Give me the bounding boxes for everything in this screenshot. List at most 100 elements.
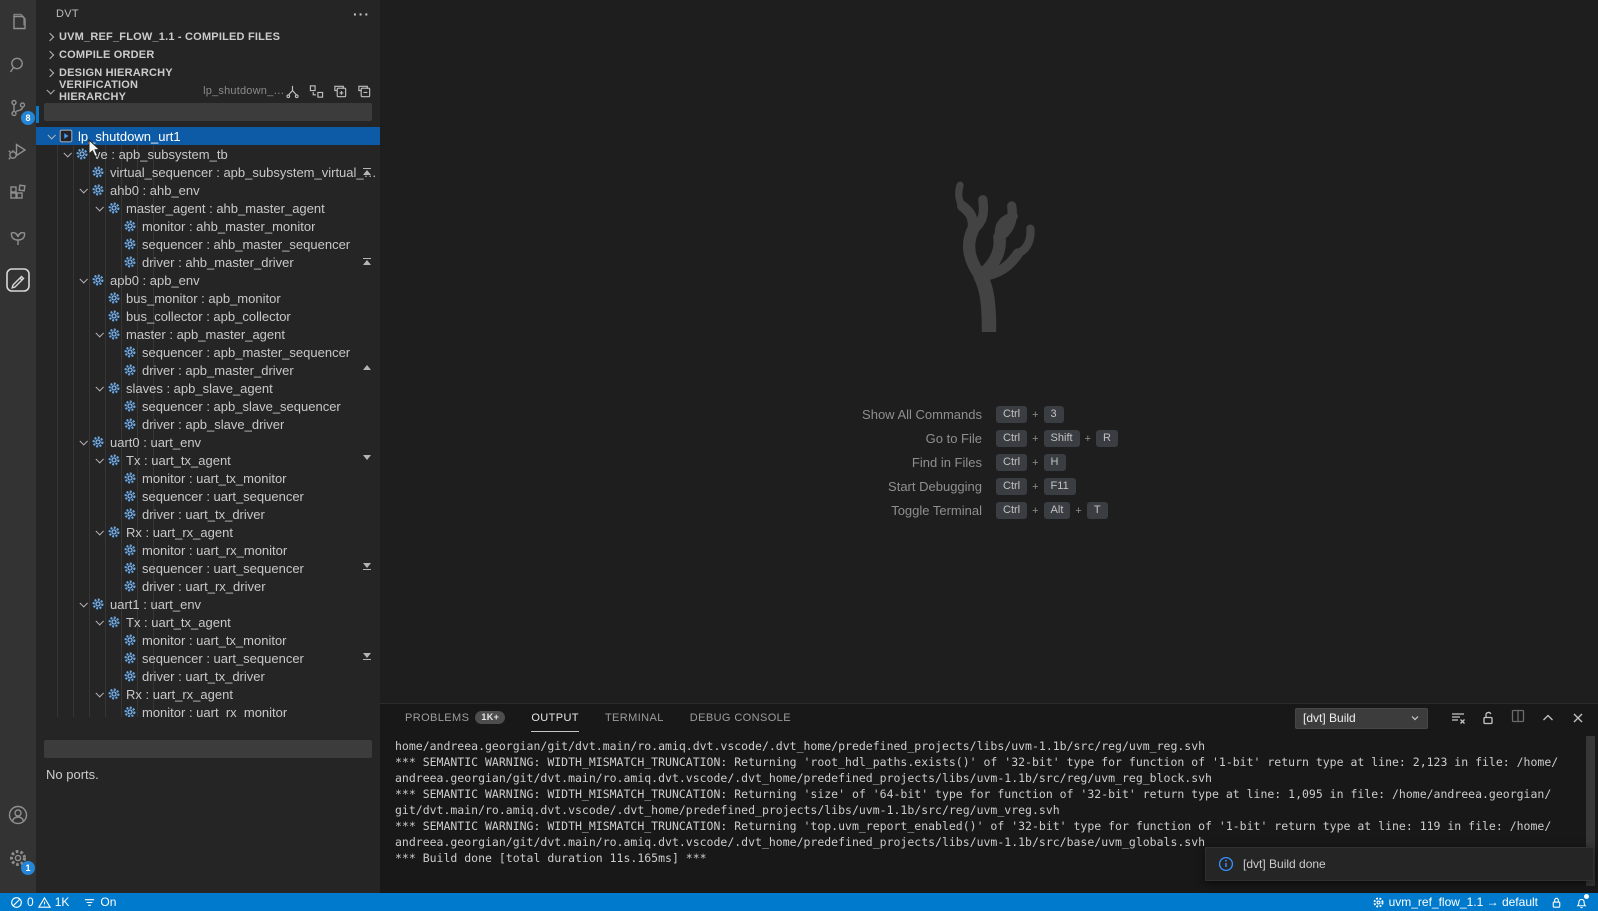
tree-item[interactable]: sequencer : ahb_master_sequencer	[36, 235, 380, 253]
tree-item[interactable]: apb0 : apb_env	[36, 271, 380, 289]
tree-item[interactable]: Tx : uart_tx_agent	[36, 613, 380, 631]
tree-item[interactable]: Tx : uart_tx_agent	[36, 451, 380, 469]
tree-item[interactable]: monitor : uart_rx_monitor	[36, 541, 380, 559]
explorer-icon[interactable]	[4, 8, 32, 36]
chevron-down-icon[interactable]	[44, 129, 58, 143]
new-view-icon[interactable]	[333, 84, 348, 99]
settings-gear-icon[interactable]: 1	[4, 844, 32, 872]
lock-icon	[1550, 896, 1563, 909]
chevron-down-icon[interactable]	[92, 687, 106, 701]
chevron-down-icon[interactable]	[76, 435, 90, 449]
tree-item[interactable]: sequencer : apb_slave_sequencer	[36, 397, 380, 415]
scroll-marker-pin-bottom-icon[interactable]	[362, 653, 372, 661]
dvt-on-status[interactable]: On	[83, 893, 116, 911]
tab-debug-console[interactable]: DEBUG CONSOLE	[690, 704, 791, 732]
section-verification-hierarchy[interactable]: VERIFICATION HIERARCHY lp_shutdown_urt1	[36, 82, 380, 100]
tree-item-label: ve : apb_subsystem_tb	[94, 147, 228, 162]
more-actions-icon[interactable]: ···	[353, 6, 370, 22]
chevron-down-icon[interactable]	[92, 525, 106, 539]
clear-output-icon[interactable]	[1450, 710, 1466, 726]
tree-item[interactable]: driver : uart_tx_driver	[36, 667, 380, 685]
tree-item[interactable]: master : apb_master_agent	[36, 325, 380, 343]
tab-problems[interactable]: PROBLEMS 1K+	[405, 704, 505, 732]
uvm-component-icon	[122, 489, 138, 503]
chevron-down-icon[interactable]	[92, 381, 106, 395]
tree-item-label: master : apb_master_agent	[126, 327, 285, 342]
chevron-down-icon[interactable]	[76, 273, 90, 287]
ports-filter-input[interactable]	[44, 740, 372, 758]
tree-item[interactable]: driver : apb_slave_driver	[36, 415, 380, 433]
chevron-down-icon[interactable]	[76, 597, 90, 611]
tree-item[interactable]: Rx : uart_rx_agent	[36, 523, 380, 541]
tree-item[interactable]: uart0 : uart_env	[36, 433, 380, 451]
notifications-status[interactable]	[1575, 896, 1588, 909]
tree-item[interactable]: ahb0 : ahb_env	[36, 181, 380, 199]
extensions-icon[interactable]	[4, 180, 32, 208]
tree-item[interactable]: monitor : uart_rx_monitor	[36, 703, 380, 717]
scroll-marker-up-icon[interactable]	[362, 365, 372, 370]
tree-item[interactable]: uart1 : uart_env	[36, 595, 380, 613]
scroll-marker-pin-top-icon[interactable]	[362, 257, 372, 265]
maximize-panel-icon[interactable]	[1540, 710, 1556, 726]
chevron-down-icon[interactable]	[60, 147, 74, 161]
tree-item[interactable]: virtual_sequencer : apb_subsystem_virtua…	[36, 163, 380, 181]
problems-status[interactable]: 0 1K	[10, 893, 69, 911]
tree-item[interactable]: driver : ahb_master_driver	[36, 253, 380, 271]
tree-item[interactable]: driver : apb_master_driver	[36, 361, 380, 379]
main-area: Show All CommandsCtrl+3Go to FileCtrl+Sh…	[380, 0, 1598, 893]
chevron-down-icon[interactable]	[92, 327, 106, 341]
chevron-down-icon[interactable]	[92, 453, 106, 467]
tree-item[interactable]: sequencer : uart_sequencer	[36, 559, 380, 577]
tree-item-label: Rx : uart_rx_agent	[126, 525, 233, 540]
tree-item[interactable]: lp_shutdown_urt1	[36, 127, 380, 145]
dvt-verification-tree-icon[interactable]	[4, 223, 32, 251]
chevron-down-icon[interactable]	[92, 201, 106, 215]
tree-item[interactable]: bus_collector : apb_collector	[36, 307, 380, 325]
section-compile-order[interactable]: COMPILE ORDER	[36, 46, 380, 64]
tab-label: TERMINAL	[605, 712, 664, 724]
tree-item[interactable]: driver : uart_tx_driver	[36, 505, 380, 523]
key-cap: Ctrl	[996, 502, 1027, 519]
tree-item[interactable]: monitor : uart_tx_monitor	[36, 469, 380, 487]
dvt-project-status[interactable]: uvm_ref_flow_1.1 → default	[1372, 895, 1538, 909]
tree-item[interactable]: master_agent : ahb_master_agent	[36, 199, 380, 217]
merge-instances-icon[interactable]	[309, 84, 324, 99]
section-label: UVM_REF_FLOW_1.1 - COMPILED FILES	[59, 31, 280, 43]
tree-item[interactable]: driver : uart_rx_driver	[36, 577, 380, 595]
accounts-icon[interactable]	[4, 801, 32, 829]
close-panel-icon[interactable]	[1570, 710, 1586, 726]
tab-terminal[interactable]: TERMINAL	[605, 704, 664, 732]
section-compiled-files[interactable]: UVM_REF_FLOW_1.1 - COMPILED FILES	[36, 28, 380, 46]
tree-item[interactable]: monitor : uart_tx_monitor	[36, 631, 380, 649]
tree-item[interactable]: ve : apb_subsystem_tb	[36, 145, 380, 163]
scroll-marker-pin-top-icon[interactable]	[362, 167, 372, 175]
dvt-icon[interactable]	[4, 266, 32, 294]
chevron-right-icon	[44, 31, 56, 43]
chevron-down-icon[interactable]	[76, 183, 90, 197]
search-icon[interactable]	[4, 51, 32, 79]
tree-item[interactable]: Rx : uart_rx_agent	[36, 685, 380, 703]
tree-item[interactable]: bus_monitor : apb_monitor	[36, 289, 380, 307]
unlock-icon[interactable]	[1480, 710, 1496, 726]
tree-item[interactable]: sequencer : apb_master_sequencer	[36, 343, 380, 361]
output-channel-select[interactable]: [dvt] Build	[1295, 708, 1428, 729]
section-label: VERIFICATION HIERARCHY	[59, 79, 195, 103]
open-in-editor-icon[interactable]	[1510, 708, 1526, 724]
lock-status[interactable]	[1550, 896, 1563, 909]
tree-item[interactable]: slaves : apb_slave_agent	[36, 379, 380, 397]
chevron-down-icon[interactable]	[92, 615, 106, 629]
source-control-icon[interactable]: 8	[4, 94, 32, 122]
tab-output[interactable]: OUTPUT	[531, 704, 579, 732]
hierarchy-branch-icon[interactable]	[285, 84, 300, 99]
tree-item[interactable]: sequencer : uart_sequencer	[36, 487, 380, 505]
run-and-debug-icon[interactable]	[4, 137, 32, 165]
scroll-marker-pin-bottom-icon[interactable]	[362, 563, 372, 571]
collapse-all-icon[interactable]	[357, 84, 372, 99]
notification-toast[interactable]: [dvt] Build done	[1205, 847, 1594, 881]
scroll-marker-down-icon[interactable]	[362, 455, 372, 460]
tree-filter-input[interactable]	[44, 103, 372, 121]
tree-item[interactable]: sequencer : uart_sequencer	[36, 649, 380, 667]
tree-item-label: sequencer : apb_slave_sequencer	[142, 399, 341, 414]
tree-item[interactable]: monitor : ahb_master_monitor	[36, 217, 380, 235]
gear-icon	[1372, 896, 1385, 909]
